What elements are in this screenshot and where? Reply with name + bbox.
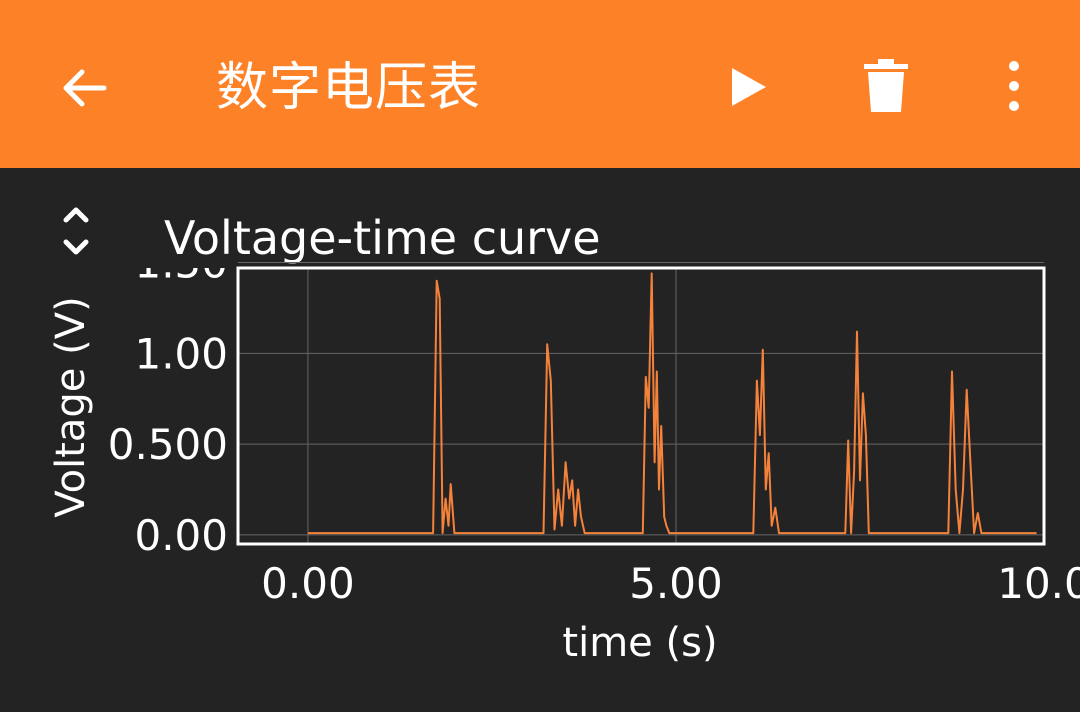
x-tick-labels: 0.00 5.00 10.0 (261, 559, 1080, 608)
voltage-time-chart: Voltage-time curve 0.000.5001.001.50 0.0… (48, 211, 1080, 666)
voltage-series-line (307, 272, 1037, 535)
y-tick-label: 1.00 (134, 329, 228, 378)
y-tick-label: 0.00 (134, 511, 228, 560)
x-tick-label: 0.00 (261, 559, 355, 608)
y-axis-label: Voltage (V) (48, 296, 94, 517)
x-axis-label: time (s) (562, 620, 717, 666)
chart-grid (238, 262, 1045, 544)
x-tick-label: 5.00 (629, 559, 723, 608)
y-tick-label: 0.500 (108, 420, 228, 469)
y-tick-labels: 0.000.5001.001.50 (108, 268, 228, 560)
x-tick-label: 10.0 (997, 559, 1080, 608)
chart-title: Voltage-time curve (164, 211, 601, 265)
plot-frame (236, 266, 1046, 546)
